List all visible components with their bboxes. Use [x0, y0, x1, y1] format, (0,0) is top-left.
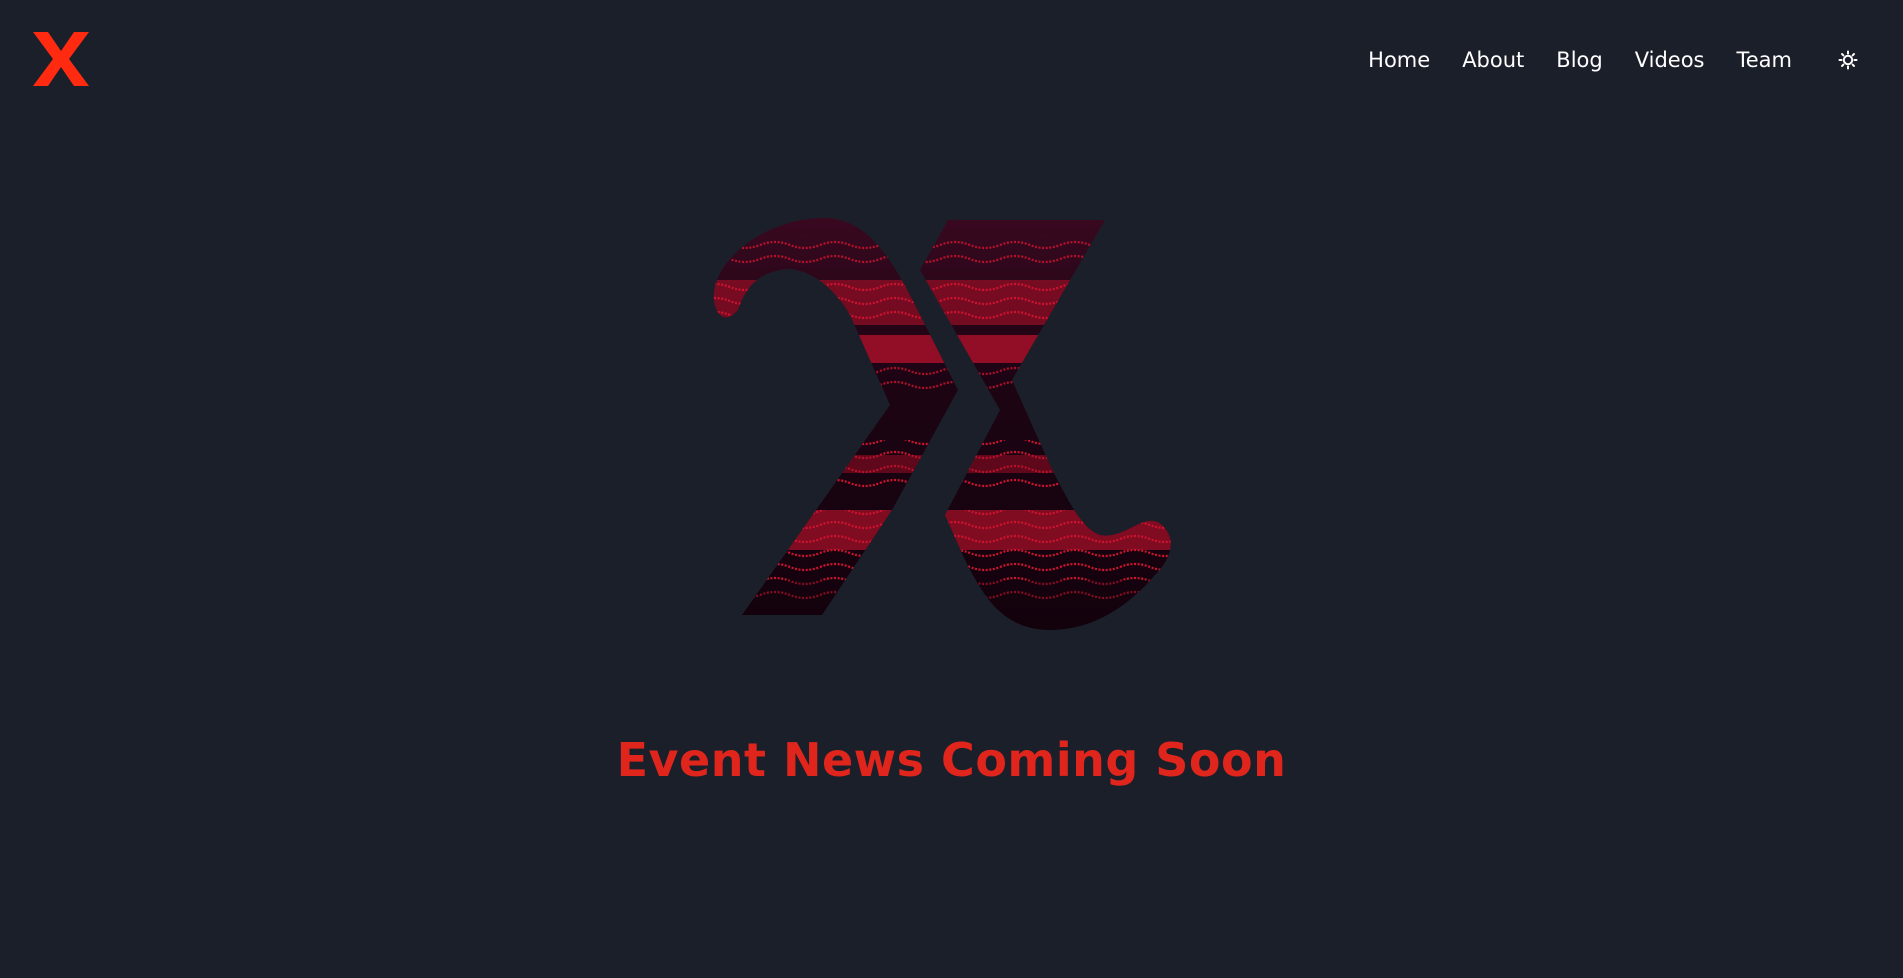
page-headline: Event News Coming Soon [616, 733, 1287, 787]
page: Home About Blog Videos Team Event News C… [0, 0, 1903, 978]
theme-toggle-button[interactable] [1834, 46, 1862, 74]
site-header: Home About Blog Videos Team [0, 0, 1903, 120]
x-letter-graphic [700, 210, 1200, 640]
nav-team-link[interactable]: Team [1736, 44, 1792, 76]
nav-videos-link[interactable]: Videos [1635, 44, 1705, 76]
x-logo-icon[interactable] [33, 32, 89, 86]
nav-about-link[interactable]: About [1462, 44, 1524, 76]
nav-home-link[interactable]: Home [1368, 44, 1430, 76]
nav-blog-link[interactable]: Blog [1556, 44, 1602, 76]
sun-icon [1838, 50, 1858, 70]
main-nav: Home About Blog Videos Team [1368, 44, 1903, 76]
